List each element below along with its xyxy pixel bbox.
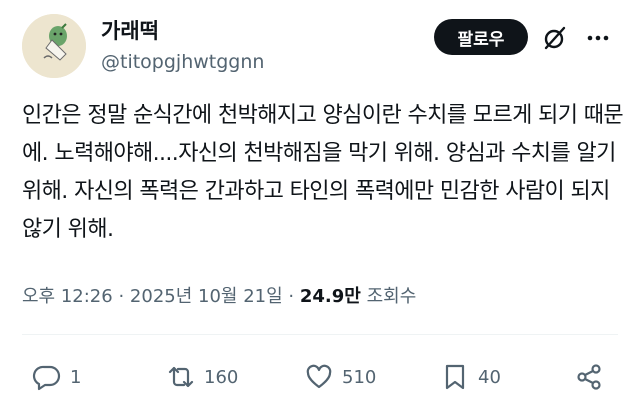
retweet-count: 160 (204, 366, 239, 388)
more-icon[interactable] (584, 24, 612, 52)
meta-separator: · (118, 286, 125, 307)
bookmark-button[interactable]: 40 (440, 360, 501, 394)
share-icon (577, 364, 601, 390)
tweet-time[interactable]: 오후 12:26 (22, 286, 113, 307)
tweet-text: 인간은 정말 순식간에 천박해지고 양심이란 수치를 모르게 되기 때문에. 노… (22, 103, 624, 242)
like-count: 510 (342, 366, 377, 388)
view-label: 조회수 (366, 286, 417, 307)
bookmark-count: 40 (478, 366, 501, 388)
reply-button[interactable]: 1 (32, 360, 81, 394)
reply-icon (32, 365, 61, 391)
like-icon (306, 364, 332, 389)
bookmark-icon (445, 364, 465, 390)
like-button[interactable]: 510 (304, 360, 376, 394)
display-name[interactable]: 가래떡 (101, 15, 159, 45)
meta-separator: · (288, 286, 295, 307)
reply-count: 1 (70, 366, 82, 388)
tweet-date[interactable]: 2025년 10월 21일 (130, 286, 283, 307)
grok-icon[interactable] (541, 24, 569, 52)
retweet-icon (168, 366, 194, 388)
view-count: 24.9만 (299, 286, 361, 307)
retweet-button[interactable]: 160 (166, 360, 238, 394)
avatar[interactable] (22, 14, 86, 78)
avatar-illustration (22, 14, 86, 78)
user-handle[interactable]: @titopgjhwtggnn (101, 51, 264, 73)
divider (22, 334, 618, 335)
share-button[interactable] (574, 360, 604, 394)
tweet-meta: 오후 12:26 · 2025년 10월 21일 · 24.9만 조회수 (22, 282, 416, 308)
follow-button[interactable]: 팔로우 (434, 19, 528, 55)
